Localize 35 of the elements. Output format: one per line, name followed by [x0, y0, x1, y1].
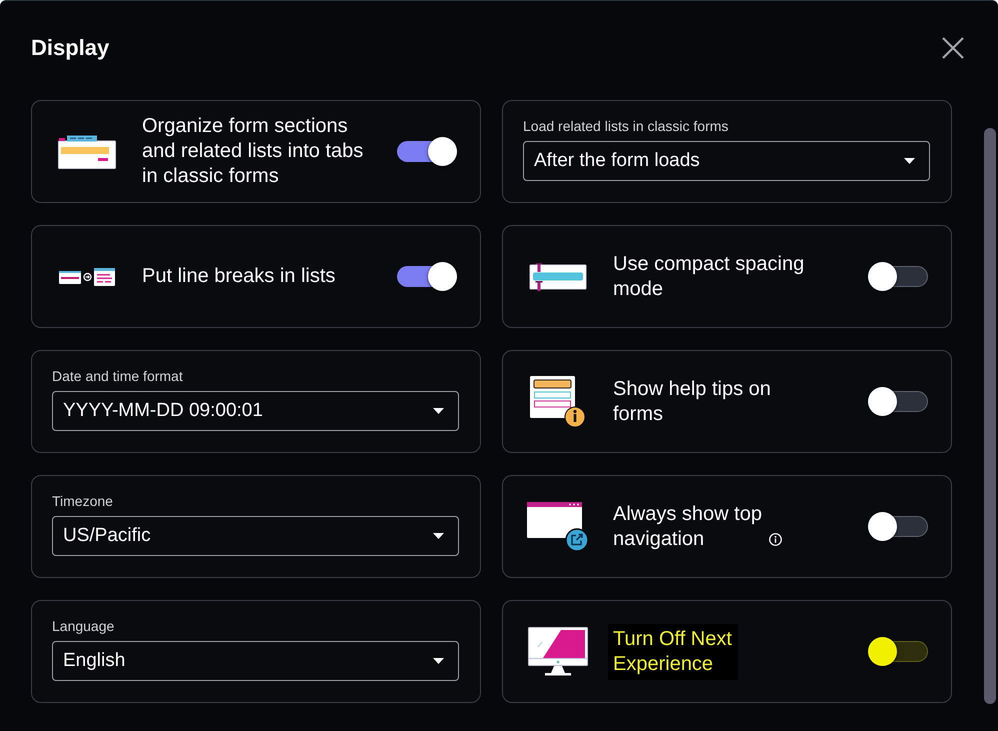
setting-label: Show help tips on forms: [613, 376, 772, 426]
form-info-icon: [530, 376, 586, 428]
toggle-switch[interactable]: [397, 262, 457, 291]
close-button[interactable]: [942, 36, 964, 58]
setting-label: Organize form sections and related lists into tabs in classic forms: [142, 114, 364, 189]
toggle-switch[interactable]: [868, 387, 928, 416]
caret-down-icon: [433, 408, 444, 414]
caret-down-icon: [433, 533, 444, 539]
info-icon[interactable]: [769, 532, 782, 546]
spacing-bar-icon: [529, 262, 587, 290]
select-dropdown[interactable]: US/Pacific: [52, 516, 459, 556]
toggle-switch[interactable]: [397, 137, 457, 166]
caret-down-icon: [904, 158, 915, 164]
dialog-title: Display: [31, 34, 110, 62]
field-label: Load related lists in classic forms: [523, 117, 730, 135]
window-tabs-icon: [58, 134, 116, 168]
setting-label: Turn Off Next Experience: [608, 624, 738, 680]
toggle-switch[interactable]: [868, 262, 928, 291]
select-dropdown[interactable]: English: [52, 641, 459, 681]
monitor-icon: [528, 626, 588, 676]
browser-window-link-icon: [527, 502, 589, 552]
scrollbar-thumb[interactable]: [984, 128, 996, 704]
setting-label: Always show top navigation: [613, 502, 763, 552]
caret-down-icon: [433, 658, 444, 664]
cards-arrow-icon: [59, 266, 115, 286]
setting-label: Use compact spacing mode: [613, 252, 806, 302]
select-dropdown[interactable]: After the form loads: [523, 141, 930, 181]
toggle-switch[interactable]: [868, 637, 928, 666]
field-label: Date and time format: [52, 367, 184, 385]
select-dropdown[interactable]: YYYY-MM-DD 09:00:01: [52, 391, 459, 431]
field-label: Timezone: [52, 492, 114, 510]
field-label: Language: [52, 617, 116, 635]
toggle-switch[interactable]: [868, 512, 928, 541]
close-icon: [942, 36, 964, 58]
setting-label: Put line breaks in lists: [142, 264, 336, 289]
